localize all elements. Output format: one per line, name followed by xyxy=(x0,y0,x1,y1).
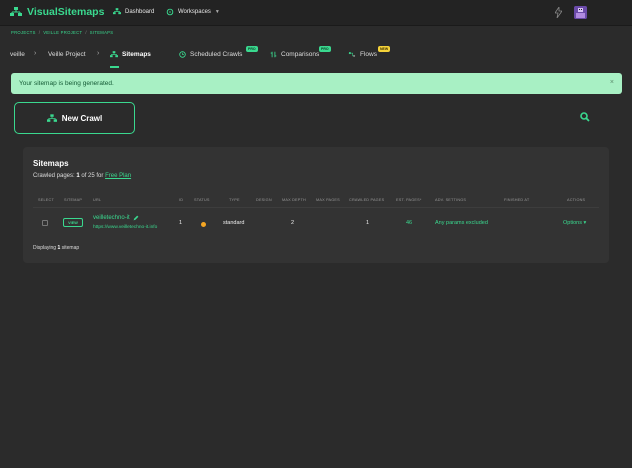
tab-scheduled-crawls[interactable]: Scheduled Crawls PRO xyxy=(179,46,258,58)
tab-sitemaps-label: Sitemaps xyxy=(122,51,151,58)
cell-est-pages: 46 xyxy=(406,220,413,226)
sub-navigation: veille › Veille Project › Sitemaps Sched… xyxy=(0,44,632,68)
avatar[interactable] xyxy=(574,6,587,19)
nav-workspaces[interactable]: Workspaces ▼ xyxy=(166,8,220,16)
breadcrumb-separator: / xyxy=(38,30,41,35)
new-crawl-label: New Crawl xyxy=(61,113,103,123)
new-crawl-button[interactable]: New Crawl xyxy=(14,102,135,134)
top-bar: VisualSitemaps Dashboard Workspaces ▼ xyxy=(0,0,632,26)
cell-max-depth: 2 xyxy=(291,220,295,226)
breadcrumb-projects[interactable]: PROJECTS xyxy=(11,30,36,35)
pencil-icon[interactable] xyxy=(133,215,139,221)
cell-id: 1 xyxy=(179,220,183,226)
column-header-design: DESIGN xyxy=(256,198,272,202)
tab-sitemaps[interactable]: Sitemaps xyxy=(110,51,151,58)
column-header-crawled-pages: CRAWLED PAGES xyxy=(349,198,385,202)
user-avatar-icon xyxy=(574,6,587,19)
sitemaps-title: Sitemaps xyxy=(33,159,69,168)
row-select-checkbox[interactable] xyxy=(42,220,48,226)
alert-message: Your sitemap is being generated. xyxy=(19,80,114,87)
success-alert: Your sitemap is being generated. × xyxy=(11,73,622,94)
compare-icon xyxy=(270,51,277,58)
sitemap-url[interactable]: https://www.veilletechno-it.info xyxy=(93,225,157,230)
bolt-icon[interactable] xyxy=(555,7,562,18)
subnav-project-label: Veille Project xyxy=(48,51,86,58)
tab-flows-label-wrap: Flows NEW xyxy=(360,46,391,58)
nav-dashboard-label: Dashboard xyxy=(125,8,155,15)
column-header-adv-settings: ADV. SETTINGS xyxy=(435,198,467,202)
chevron-down-icon: ▼ xyxy=(214,9,220,15)
column-header-actions: ACTIONS xyxy=(567,198,586,202)
tab-comparisons[interactable]: Comparisons PRO xyxy=(270,46,331,58)
tab-flows[interactable]: Flows NEW xyxy=(348,46,391,58)
sitemap-name-link[interactable]: veilletechno-it xyxy=(93,215,139,221)
column-header-url[interactable]: URL xyxy=(93,198,101,202)
table-divider xyxy=(33,207,599,208)
logo[interactable]: VisualSitemaps xyxy=(10,6,104,18)
column-header-status: STATUS xyxy=(194,198,210,202)
column-header-finished-at[interactable]: FINISHED AT xyxy=(504,198,529,202)
crawled-pages-summary: Crawled pages: 1 of 25 for Free Plan xyxy=(33,173,131,179)
options-dropdown[interactable]: Options ▾ xyxy=(563,220,586,226)
display-count: Displaying 1 sitemap xyxy=(33,245,79,251)
tab-comparisons-label-wrap: Comparisons PRO xyxy=(281,46,331,58)
subnav-project[interactable]: Veille Project xyxy=(48,51,86,58)
subnav-root[interactable]: veille xyxy=(10,51,25,58)
active-tab-indicator xyxy=(110,66,119,68)
sitemap-name: veilletechno-it xyxy=(93,215,130,221)
crawled-pages-mid: of 25 for xyxy=(79,173,106,179)
close-icon[interactable]: × xyxy=(610,79,614,86)
column-header-id[interactable]: ID xyxy=(179,198,183,202)
display-count-suffix: sitemap xyxy=(60,245,80,251)
workspace-icon xyxy=(166,8,174,16)
app-name: VisualSitemaps xyxy=(27,6,105,18)
breadcrumb-current: SITEMAPS xyxy=(89,30,114,35)
pro-badge: PRO xyxy=(246,46,258,52)
tab-comparisons-label: Comparisons xyxy=(281,51,320,58)
sitemaps-card: Sitemaps Crawled pages: 1 of 25 for Free… xyxy=(23,147,609,263)
chevron-right-icon: › xyxy=(97,50,100,57)
sitemap-logo-icon xyxy=(10,7,22,16)
column-header-max-depth: MAX DEPTH xyxy=(282,198,306,202)
sitemap-icon xyxy=(113,8,121,15)
clock-icon xyxy=(179,51,186,58)
breadcrumb: PROJECTS / VEILLE PROJECT / SITEMAPS xyxy=(11,30,113,35)
new-badge: NEW xyxy=(378,46,391,52)
tab-scheduled-label: Scheduled Crawls xyxy=(190,51,243,58)
free-plan-link[interactable]: Free Plan xyxy=(105,173,131,179)
column-header-sitemap: SITEMAP xyxy=(64,198,83,202)
crawled-pages-prefix: Crawled pages: xyxy=(33,173,77,179)
search-icon[interactable] xyxy=(580,112,590,122)
sitemap-icon xyxy=(46,113,57,122)
cell-crawled-pages: 1 xyxy=(366,220,370,226)
pro-badge: PRO xyxy=(319,46,331,52)
nav-workspaces-label: Workspaces xyxy=(178,9,211,15)
status-indicator xyxy=(201,222,206,227)
breadcrumb-project[interactable]: VEILLE PROJECT xyxy=(43,30,82,35)
nav-dashboard[interactable]: Dashboard xyxy=(113,8,154,15)
column-header-type: TYPE xyxy=(229,198,240,202)
breadcrumb-separator: / xyxy=(85,30,87,35)
column-header-est-pages: EST. PAGES* xyxy=(396,198,422,202)
tab-scheduled-label-wrap: Scheduled Crawls PRO xyxy=(190,46,258,58)
tab-flows-label: Flows xyxy=(360,51,377,58)
sitemap-icon xyxy=(110,51,118,58)
column-header-select: SELECT xyxy=(38,198,54,202)
chevron-right-icon: › xyxy=(34,50,37,57)
view-button[interactable]: VIEW xyxy=(63,218,83,227)
flow-icon xyxy=(348,52,356,57)
subnav-root-label: veille xyxy=(10,51,25,58)
display-count-prefix: Displaying xyxy=(33,245,58,251)
column-header-max-pages: MAX PAGES xyxy=(316,198,340,202)
cell-type: standard xyxy=(223,220,245,226)
cell-adv-settings[interactable]: Any params excluded xyxy=(435,220,488,226)
